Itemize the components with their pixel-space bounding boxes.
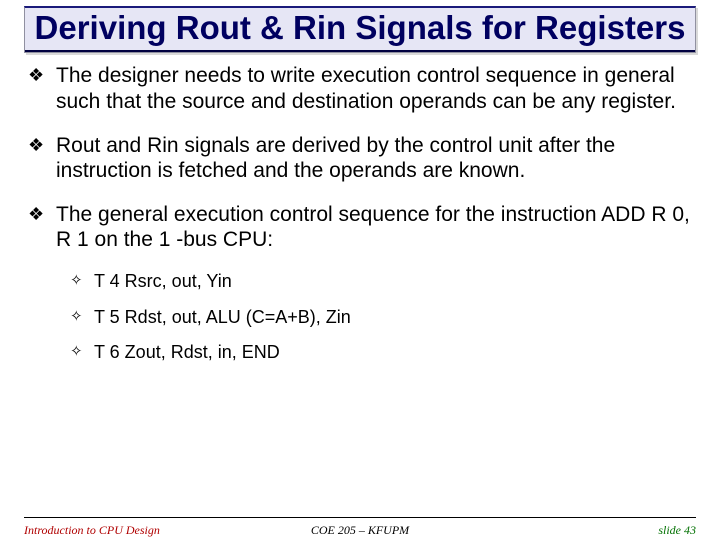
- bullet-text: The general execution control sequence f…: [56, 202, 692, 253]
- diamond-bullet-icon: ❖: [28, 133, 56, 157]
- slide-footer: Introduction to CPU Design COE 205 – KFU…: [24, 523, 696, 538]
- slide-title-box: Deriving Rout & Rin Signals for Register…: [24, 6, 696, 53]
- sub-bullet-text: T 5 Rdst, out, ALU (C=A+B), Zin: [94, 307, 692, 329]
- sub-bullet-item: ✧ T 4 Rsrc, out, Yin: [70, 271, 692, 293]
- sub-bullet-icon: ✧: [70, 342, 94, 361]
- bullet-text: Rout and Rin signals are derived by the …: [56, 133, 692, 184]
- bullet-text: The designer needs to write execution co…: [56, 63, 692, 114]
- slide-body: ❖ The designer needs to write execution …: [0, 53, 720, 363]
- sub-bullet-item: ✧ T 6 Zout, Rdst, in, END: [70, 342, 692, 364]
- bullet-item: ❖ The general execution control sequence…: [28, 202, 692, 253]
- sub-bullet-icon: ✧: [70, 307, 94, 326]
- footer-divider: [24, 517, 696, 518]
- bullet-item: ❖ Rout and Rin signals are derived by th…: [28, 133, 692, 184]
- sub-bullet-icon: ✧: [70, 271, 94, 290]
- diamond-bullet-icon: ❖: [28, 63, 56, 87]
- sub-bullet-text: T 6 Zout, Rdst, in, END: [94, 342, 692, 364]
- footer-center: COE 205 – KFUPM: [24, 523, 696, 538]
- sub-bullet-item: ✧ T 5 Rdst, out, ALU (C=A+B), Zin: [70, 307, 692, 329]
- bullet-item: ❖ The designer needs to write execution …: [28, 63, 692, 114]
- slide-title: Deriving Rout & Rin Signals for Register…: [33, 10, 687, 46]
- sub-bullet-text: T 4 Rsrc, out, Yin: [94, 271, 692, 293]
- diamond-bullet-icon: ❖: [28, 202, 56, 226]
